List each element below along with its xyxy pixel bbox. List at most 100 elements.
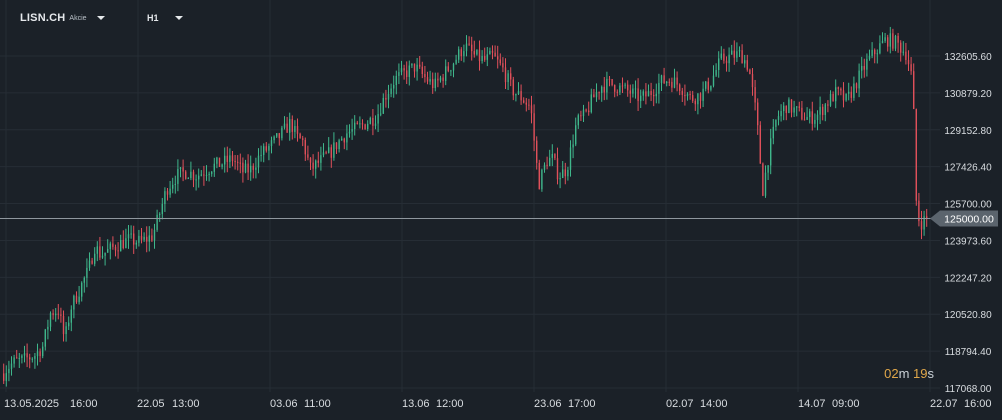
candle-body <box>44 329 46 347</box>
candle-body <box>127 234 130 239</box>
candle-body <box>660 75 663 83</box>
candle-body <box>920 221 923 230</box>
candle-body <box>107 249 109 253</box>
candle <box>406 61 408 85</box>
candle <box>837 86 839 96</box>
candle-body <box>697 93 699 105</box>
x-tick-label: 14:00 <box>700 398 728 410</box>
x-tick-label: 22.07 <box>930 398 958 410</box>
candle <box>632 84 634 98</box>
candle-body <box>686 93 689 97</box>
candle <box>140 228 143 244</box>
candle-body <box>60 314 62 316</box>
candle-body <box>796 106 798 108</box>
chart-app: 132605.60 130879.20 129152.80 127426.40 1257… <box>0 0 1002 420</box>
candle <box>894 34 897 52</box>
candle-body <box>159 213 161 215</box>
candle-body <box>489 50 491 55</box>
price-chart[interactable]: 132605.60 130879.20 129152.80 127426.40 1257… <box>0 0 1002 420</box>
candle-body <box>554 153 556 159</box>
candle <box>330 144 332 168</box>
candle <box>879 35 881 55</box>
candle <box>234 154 236 170</box>
candle <box>419 56 421 69</box>
candle <box>850 86 852 103</box>
y-tick-label: 127426.40 <box>944 163 992 174</box>
candle-body <box>393 85 395 89</box>
candle-body <box>86 267 88 278</box>
candle-body <box>208 173 210 175</box>
candle <box>868 49 871 61</box>
candle-body <box>572 144 574 148</box>
candle <box>601 85 603 102</box>
candle-body <box>367 123 369 130</box>
timeframe-selector[interactable]: H1 <box>147 8 183 28</box>
candle <box>902 41 904 56</box>
candle <box>205 165 208 181</box>
candle-body <box>309 157 312 163</box>
candle-body <box>523 100 525 103</box>
candle-body <box>728 54 730 64</box>
candle-body <box>699 93 702 101</box>
candle-body <box>346 133 348 143</box>
candle-body <box>811 111 813 124</box>
candle <box>569 140 572 177</box>
candle-body <box>663 75 665 84</box>
candle <box>185 170 187 180</box>
candle <box>416 58 418 81</box>
candle <box>359 116 361 129</box>
candle-body <box>112 243 114 247</box>
candle <box>679 83 681 96</box>
candle <box>260 145 262 162</box>
candle <box>203 165 205 186</box>
candle <box>562 161 564 179</box>
candle <box>380 103 382 117</box>
candle-body <box>187 178 189 180</box>
candle <box>289 112 291 141</box>
candle-body <box>673 77 676 88</box>
candle-body <box>146 236 148 242</box>
candle <box>686 92 689 101</box>
candle <box>445 59 447 86</box>
candle-body <box>788 99 790 114</box>
candle <box>52 309 54 320</box>
candle <box>270 136 273 154</box>
candle-body <box>419 64 421 67</box>
candle <box>676 71 678 92</box>
candle <box>715 63 717 77</box>
candle <box>57 304 59 320</box>
candle <box>767 164 769 181</box>
candle-body <box>99 246 101 258</box>
candle-body <box>757 102 759 126</box>
candle-body <box>156 214 158 230</box>
candle-body <box>855 83 858 89</box>
candle-body <box>733 50 735 58</box>
candle <box>538 159 540 190</box>
candle-body <box>369 117 371 124</box>
candle-body <box>450 70 452 72</box>
candle <box>187 177 189 180</box>
candle <box>29 353 31 369</box>
candle-body <box>361 123 364 125</box>
candle-body <box>632 88 634 94</box>
candle-body <box>195 179 197 181</box>
candle-body <box>868 55 871 59</box>
candle-body <box>239 162 241 164</box>
candle-body <box>83 277 85 283</box>
candle-body <box>759 125 761 164</box>
candle-body <box>715 69 717 76</box>
candle <box>156 209 158 232</box>
symbol-selector[interactable]: LISN.CH Akcie <box>20 8 105 28</box>
candle-body <box>257 155 260 168</box>
candle-body <box>70 309 72 323</box>
candle <box>161 197 163 220</box>
candle-body <box>354 122 356 130</box>
candle <box>640 89 642 109</box>
candle <box>127 225 130 249</box>
candle <box>463 44 465 63</box>
candle-body <box>486 54 488 60</box>
candle-body <box>684 94 686 97</box>
candle <box>689 90 691 100</box>
candle <box>580 110 582 122</box>
candle <box>572 134 574 159</box>
